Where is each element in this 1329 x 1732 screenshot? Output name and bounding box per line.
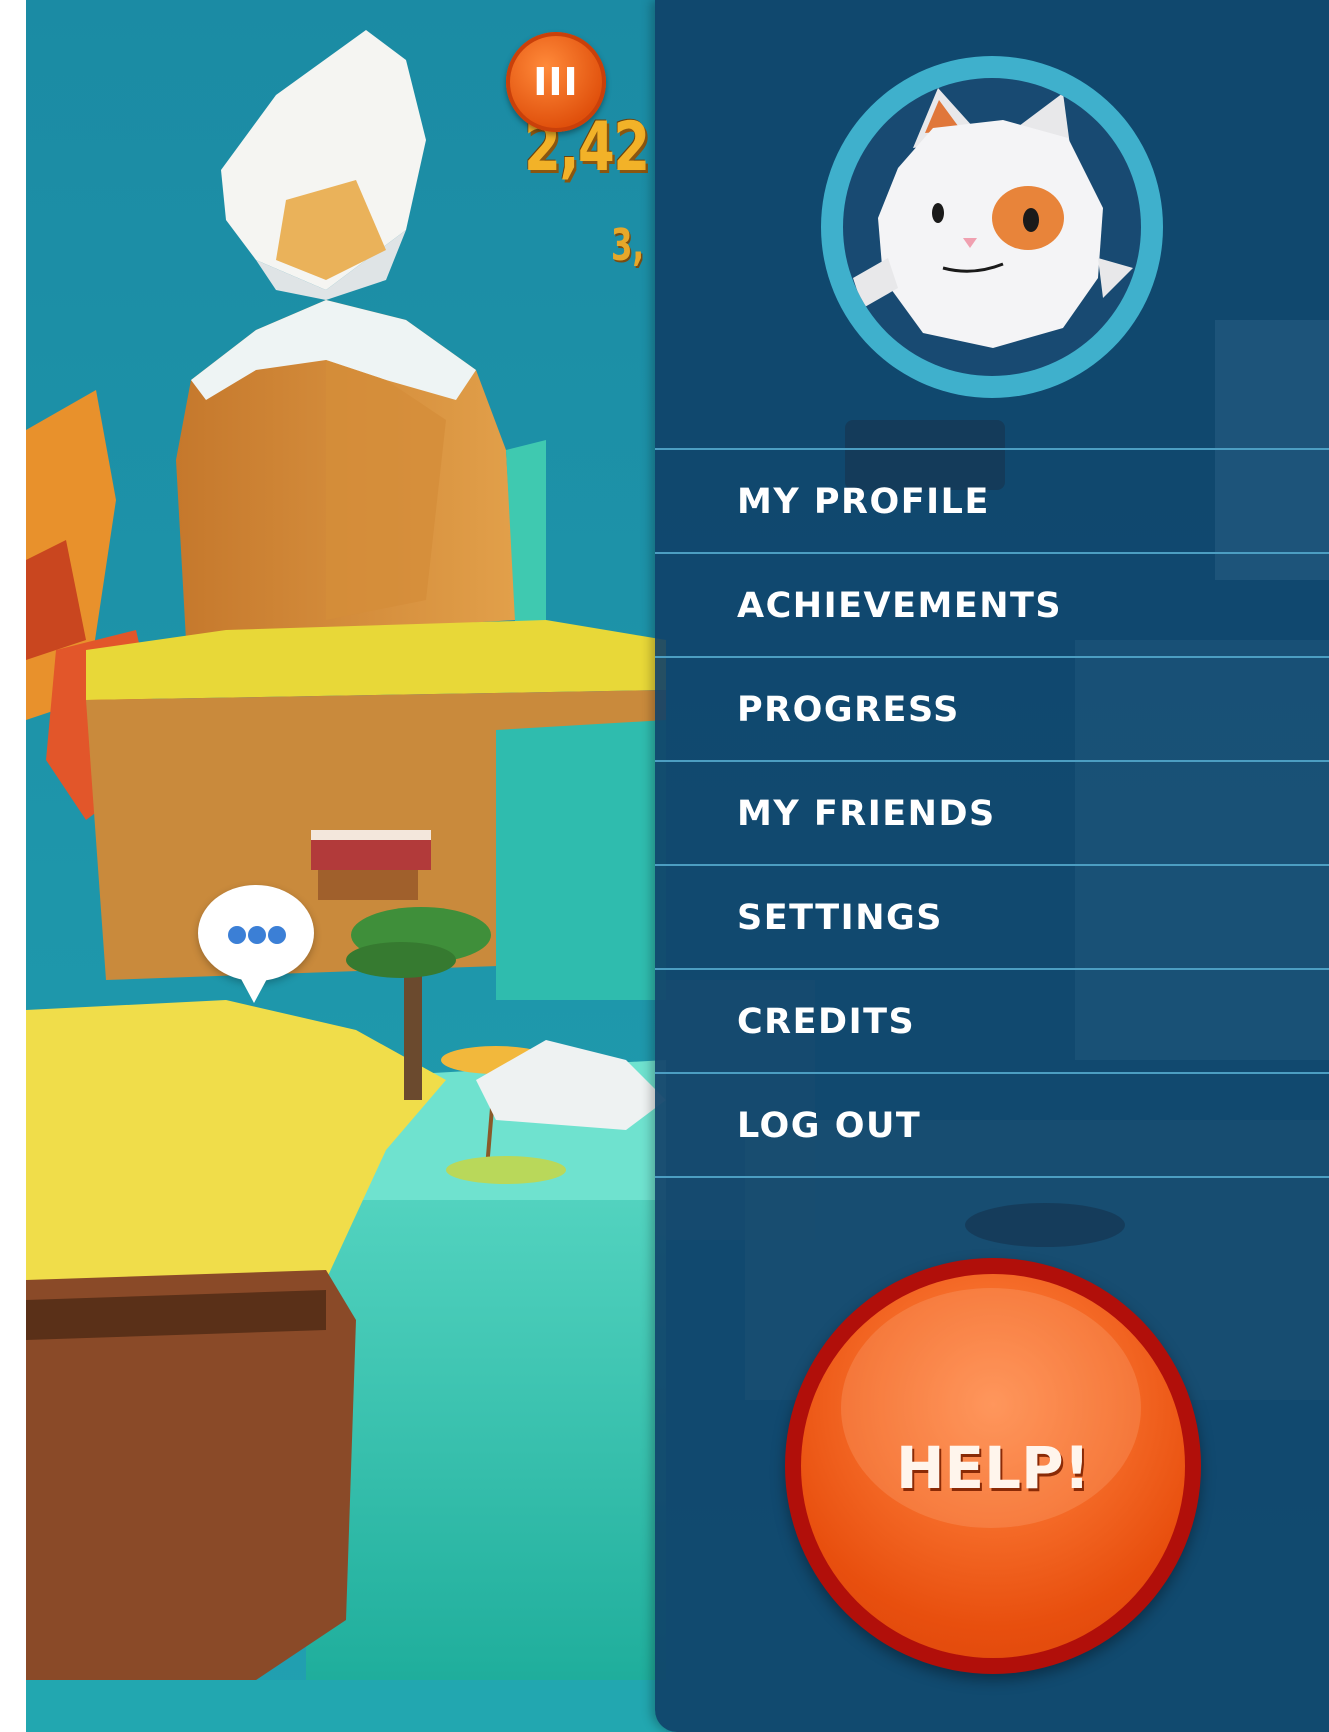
help-button[interactable]: HELP!	[801, 1274, 1185, 1658]
pause-icon: III	[533, 60, 579, 104]
menu-item-my-friends[interactable]: MY FRIENDS	[655, 762, 1329, 866]
side-menu-panel: MY PROFILE ACHIEVEMENTS PROGRESS MY FRIE…	[655, 0, 1329, 1732]
help-button-ring: HELP!	[785, 1258, 1201, 1674]
bubble-dot	[228, 926, 246, 944]
help-button-label: HELP!	[895, 1434, 1091, 1502]
bubble-dot	[268, 926, 286, 944]
menu-item-label: PROGRESS	[737, 690, 960, 730]
menu-item-label: MY PROFILE	[737, 482, 990, 522]
bubble-dot	[248, 926, 266, 944]
menu-item-credits[interactable]: CREDITS	[655, 970, 1329, 1074]
menu-item-settings[interactable]: SETTINGS	[655, 866, 1329, 970]
menu-item-label: MY FRIENDS	[737, 794, 996, 834]
game-viewport[interactable]: 2,42 3, III MY PROFILE ACHIEVEMENTS PROG…	[26, 0, 1329, 1732]
score-rate: 3,	[611, 220, 645, 271]
menu-item-my-profile[interactable]: MY PROFILE	[655, 450, 1329, 554]
menu-item-label: CREDITS	[737, 1002, 916, 1042]
cat-avatar-icon	[853, 88, 1133, 348]
speech-bubble-icon[interactable]	[198, 885, 314, 1003]
menu-item-progress[interactable]: PROGRESS	[655, 658, 1329, 762]
pause-button[interactable]: III	[506, 32, 606, 132]
menu-item-achievements[interactable]: ACHIEVEMENTS	[655, 554, 1329, 658]
profile-avatar[interactable]	[821, 56, 1163, 398]
menu-item-log-out[interactable]: LOG OUT	[655, 1074, 1329, 1178]
menu-item-label: LOG OUT	[737, 1106, 922, 1146]
menu-item-label: SETTINGS	[737, 898, 943, 938]
menu-list: MY PROFILE ACHIEVEMENTS PROGRESS MY FRIE…	[655, 448, 1329, 1178]
menu-item-label: ACHIEVEMENTS	[737, 586, 1063, 626]
